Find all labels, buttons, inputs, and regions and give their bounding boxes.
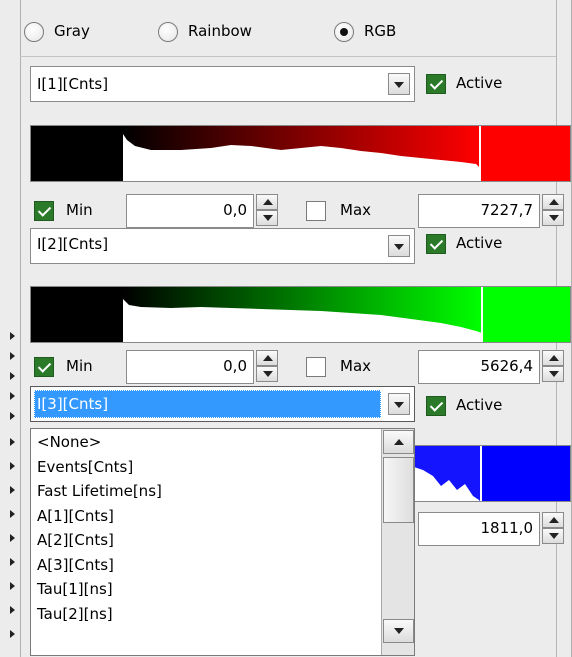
list-item[interactable]: Tau[2][ns] [37,605,113,623]
list-item[interactable]: Tau[1][ns] [37,580,113,598]
source-dropdown-list[interactable]: <None> Events[Cnts] Fast Lifetime[ns] A[… [30,428,415,656]
radio-rainbow[interactable] [158,22,178,42]
channel-2-min-value: 0,0 [223,357,247,375]
row-marker-arrow [10,486,15,494]
channel-2-max-spinner[interactable] [542,350,564,382]
channel-3-source-combo[interactable]: I[3][Cnts] [30,386,415,422]
channel-1-max-marker [479,126,481,181]
channel-1-saturation-region [480,126,570,181]
chevron-down-icon [394,628,404,634]
radio-rgb-label: RGB [364,22,397,40]
row-marker-arrow [10,352,15,360]
channel-2-active-label: Active [456,234,503,252]
scroll-down-button[interactable] [383,619,414,643]
spin-down-icon[interactable] [256,366,278,382]
channel-2-histogram [30,286,571,343]
channel-3-max-spinner[interactable] [542,512,564,544]
channel-1-min-label: Min [66,201,93,219]
spin-up-icon[interactable] [542,350,564,366]
radio-gray[interactable] [24,22,44,42]
channel-2-source-value: I[2][Cnts] [37,235,109,253]
channel-1-min-checkbox[interactable] [34,201,54,221]
channel-2-max-marker [481,287,483,342]
channel-2-min-field[interactable]: 0,0 [126,350,254,384]
row-marker-arrow [10,558,15,566]
channel-2-active-checkbox[interactable] [426,234,446,254]
list-item[interactable]: Events[Cnts] [37,458,133,476]
channel-2-min-label: Min [66,357,93,375]
channel-3-saturation-region [481,446,570,501]
row-marker-arrow [10,412,15,420]
dropdown-scrollbar[interactable] [381,429,414,655]
list-item[interactable]: Fast Lifetime[ns] [37,482,162,500]
channel-2-histogram-svg [123,287,570,342]
channel-1-max-spinner[interactable] [542,194,564,226]
spin-down-icon[interactable] [542,210,564,226]
channel-2-source-combo[interactable]: I[2][Cnts] [30,228,415,264]
scroll-thumb[interactable] [383,457,414,523]
channel-1-min-value: 0,0 [223,201,247,219]
channel-1-histogram [30,125,571,182]
channel-1-max-checkbox[interactable] [306,201,326,221]
channel-2-max-checkbox[interactable] [306,357,326,377]
spin-up-icon[interactable] [542,194,564,210]
row-marker-arrow [10,582,15,590]
channel-2-max-label: Max [340,357,372,375]
spin-down-icon[interactable] [542,366,564,382]
list-item[interactable]: A[1][Cnts] [37,507,114,525]
row-marker-arrow [10,534,15,542]
chevron-down-icon [394,402,404,408]
list-item[interactable]: A[3][Cnts] [37,556,114,574]
channel-3-max-value: 1811,0 [480,519,534,537]
radio-gray-label: Gray [54,22,90,40]
group-separator [20,56,556,57]
row-marker-arrow [10,630,15,638]
channel-1-max-field[interactable]: 7227,7 [418,194,540,228]
radio-rgb[interactable] [334,22,354,42]
row-marker-arrow [10,438,15,446]
row-marker-arrow [10,332,15,340]
channel-2-max-value: 5626,4 [480,357,534,375]
row-marker-arrow [10,392,15,400]
row-marker-arrow [10,606,15,614]
chevron-down-icon [394,82,404,88]
channel-1-active-checkbox[interactable] [426,74,446,94]
channel-3-active-label: Active [456,396,503,414]
channel-2-max-field[interactable]: 5626,4 [418,350,540,384]
list-item[interactable]: A[2][Cnts] [37,531,114,549]
channel-3-max-field[interactable]: 1811,0 [418,512,540,546]
row-marker-arrow [10,462,15,470]
channel-2-min-spinner[interactable] [256,350,278,382]
chevron-down-icon [394,244,404,250]
radio-rainbow-label: Rainbow [188,22,252,40]
scroll-up-button[interactable] [383,430,414,454]
channel-1-max-label: Max [340,201,372,219]
channel-1-active-label: Active [456,74,503,92]
row-marker-arrow [10,510,15,518]
channel-1-histogram-svg [123,126,570,181]
spin-down-icon[interactable] [256,210,278,226]
channel-3-source-value: I[3][Cnts] [37,395,109,413]
row-marker-arrow [10,372,15,380]
chevron-up-icon [394,439,404,445]
channel-3-dropdown-button[interactable] [388,393,410,415]
radio-selected-dot [340,28,348,36]
channel-2-saturation-region [482,287,570,342]
channel-3-max-marker [480,446,482,501]
channel-1-source-combo[interactable]: I[1][Cnts] [30,66,415,102]
channel-1-dropdown-button[interactable] [388,73,410,95]
channel-1-max-value: 7227,7 [480,201,534,219]
channel-1-source-value: I[1][Cnts] [37,75,109,93]
channel-2-min-checkbox[interactable] [34,357,54,377]
channel-2-dropdown-button[interactable] [388,235,410,257]
spin-up-icon[interactable] [542,512,564,528]
channel-1-min-field[interactable]: 0,0 [126,194,254,228]
spin-down-icon[interactable] [542,528,564,544]
spin-up-icon[interactable] [256,194,278,210]
list-item[interactable]: <None> [37,433,101,451]
channel-3-active-checkbox[interactable] [426,396,446,416]
spin-up-icon[interactable] [256,350,278,366]
channel-1-min-spinner[interactable] [256,194,278,226]
